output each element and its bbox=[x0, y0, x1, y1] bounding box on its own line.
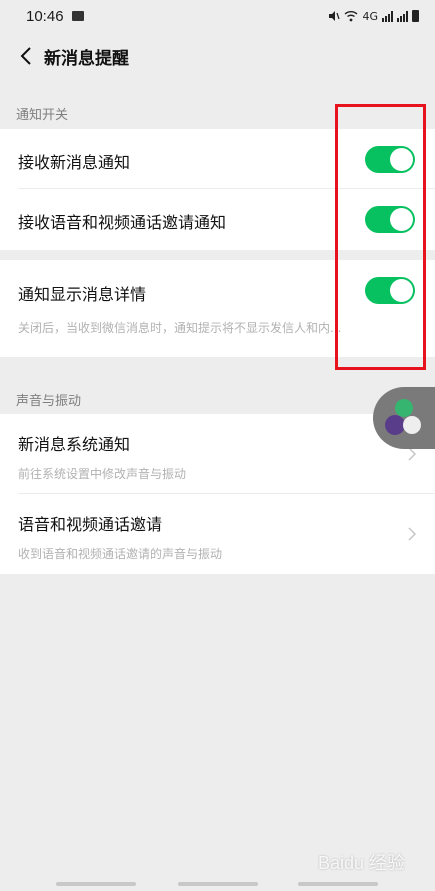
watermark: Baidu 经验 bbox=[318, 853, 406, 873]
section-label-notify-switch: 通知开关 bbox=[16, 108, 69, 123]
gesture-bar-center bbox=[178, 882, 258, 886]
chevron-right-icon bbox=[408, 527, 417, 541]
section-label-sound-vibrate: 声音与振动 bbox=[16, 394, 82, 409]
mute-icon bbox=[329, 11, 341, 21]
battery-icon bbox=[412, 10, 419, 22]
row-new-message-system-notify[interactable]: 新消息系统通知 前往系统设置中修改声音与振动 bbox=[0, 414, 435, 494]
highlight-annotation-box bbox=[335, 104, 426, 370]
app-shortcut-icon bbox=[385, 415, 405, 435]
row-call-invite-sound[interactable]: 语音和视频通话邀请 收到语音和视频通话邀请的声音与振动 bbox=[0, 494, 435, 574]
sound-vibrate-group: 新消息系统通知 前往系统设置中修改声音与振动 语音和视频通话邀请 收到语音和视频… bbox=[0, 414, 435, 574]
wifi-icon bbox=[345, 11, 358, 22]
gesture-bar-right bbox=[298, 882, 378, 886]
image-notification-icon bbox=[71, 11, 84, 21]
status-bar: 10:46 4G bbox=[0, 0, 435, 32]
row-subtitle: 前往系统设置中修改声音与振动 bbox=[18, 467, 187, 481]
gesture-bar-left bbox=[56, 882, 136, 886]
row-subtitle: 收到语音和视频通话邀请的声音与振动 bbox=[18, 547, 223, 561]
back-arrow-icon[interactable] bbox=[14, 44, 38, 68]
link-icon bbox=[403, 416, 421, 434]
status-icons: 4G bbox=[328, 10, 419, 23]
network-type-label: 4G bbox=[362, 9, 378, 23]
signal-icon bbox=[382, 10, 393, 22]
floating-assistant-widget[interactable] bbox=[373, 387, 435, 449]
page-title: 新消息提醒 bbox=[44, 48, 129, 69]
graduation-cap-icon bbox=[395, 399, 413, 417]
row-title: 语音和视频通话邀请 bbox=[18, 515, 163, 534]
status-time: 10:46 bbox=[26, 7, 64, 25]
navigation-bar: 新消息提醒 bbox=[0, 32, 435, 80]
signal-icon-2 bbox=[397, 10, 408, 22]
